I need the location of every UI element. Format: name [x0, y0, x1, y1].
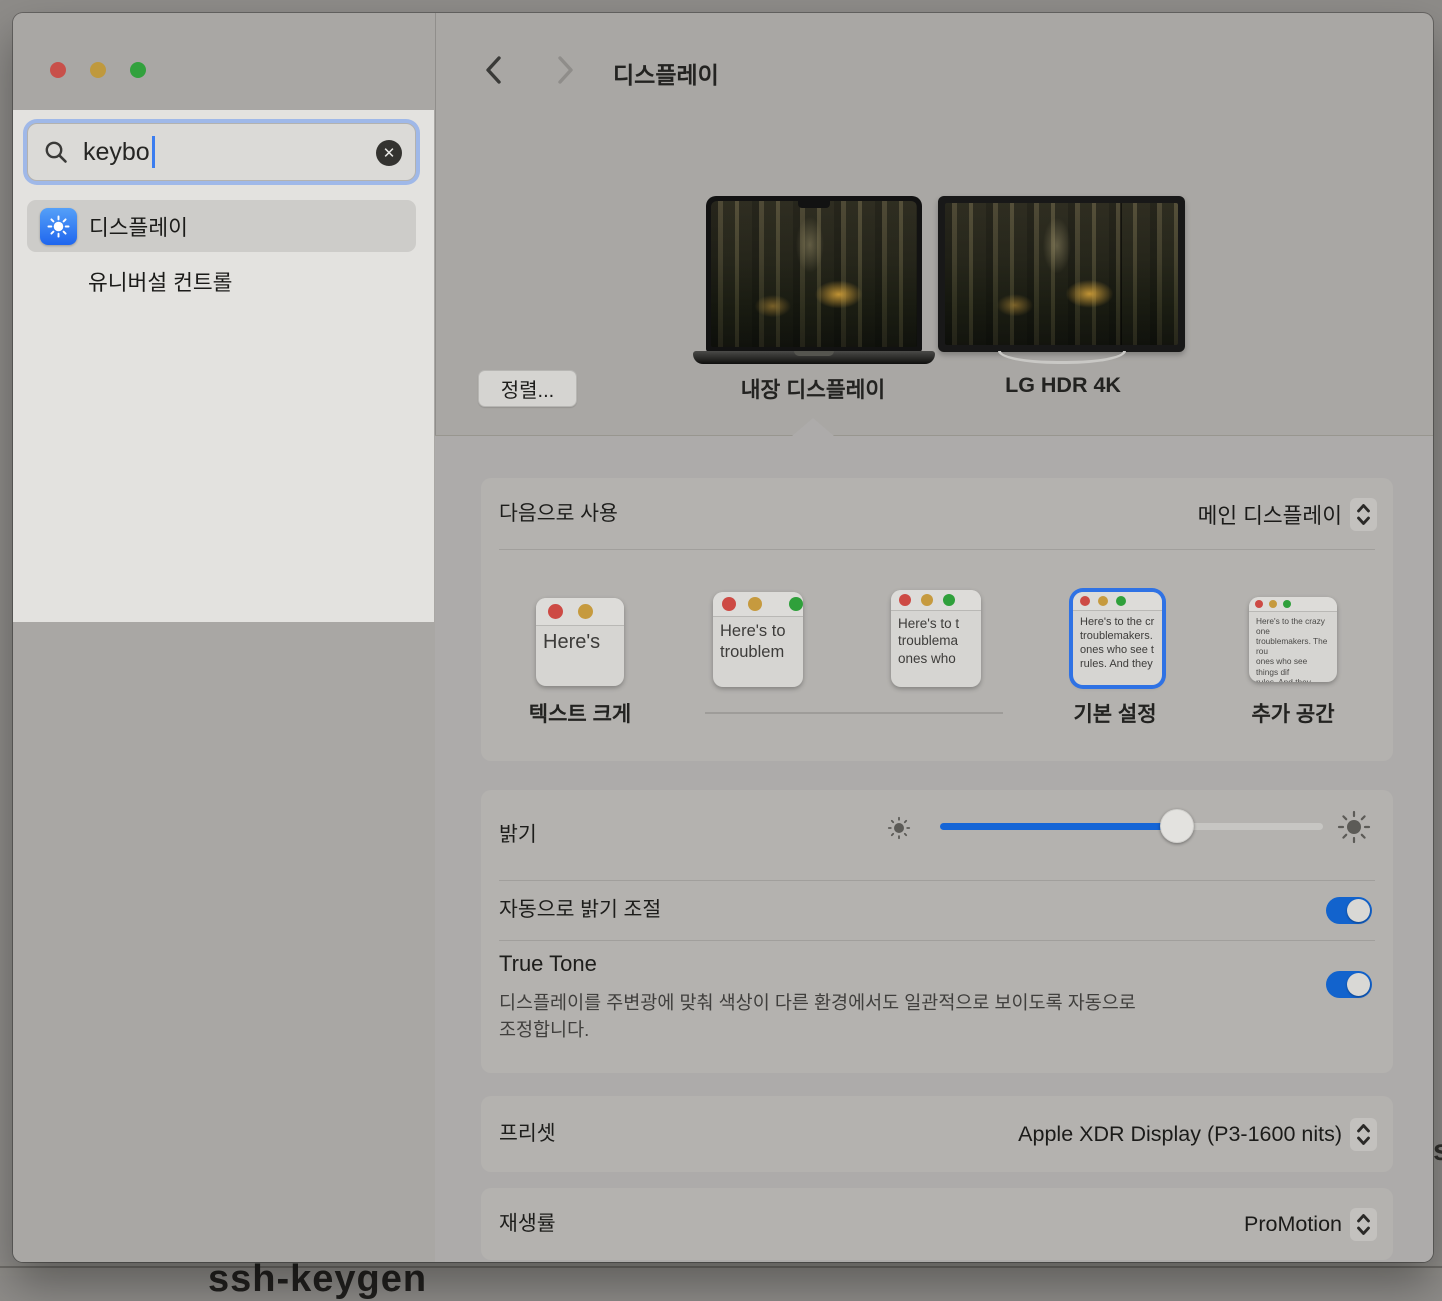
sidebar: keybo ✕ 디스플레이: [13, 13, 436, 1262]
divider: [499, 549, 1375, 550]
system-settings-window: keybo ✕ 디스플레이: [13, 13, 1433, 1262]
use-as-popup[interactable]: 메인 디스플레이: [1198, 478, 1377, 550]
search-input[interactable]: keybo ✕: [27, 123, 416, 181]
use-as-value: 메인 디스플레이: [1198, 499, 1342, 530]
chevron-up-down-icon: [1350, 1208, 1377, 1241]
mini-close-icon: [548, 604, 563, 619]
scaling-label-larger-text: 텍스트 크게: [510, 698, 650, 728]
brightness-low-icon: [887, 816, 911, 845]
back-button[interactable]: [482, 54, 506, 91]
mini-minimize-icon: [1098, 596, 1108, 606]
clear-search-icon[interactable]: ✕: [376, 140, 402, 166]
text-cursor: [152, 136, 155, 168]
chevron-up-down-icon: [1350, 1118, 1377, 1151]
builtin-display-preview[interactable]: [706, 196, 922, 352]
search-result-displays[interactable]: 디스플레이: [27, 200, 416, 252]
arrange-button[interactable]: 정렬...: [478, 370, 577, 407]
chevron-up-down-icon: [1350, 498, 1377, 531]
scaling-connector-line: [705, 712, 1003, 714]
mini-close-icon: [722, 597, 736, 611]
divider: [499, 940, 1375, 941]
mini-zoom-icon: [1283, 600, 1291, 608]
search-result-universal-control[interactable]: 유니버설 컨트롤: [88, 255, 418, 307]
thumb-text: Here's: [536, 626, 624, 660]
true-tone-description: 디스플레이를 주변광에 맞춰 색상이 다른 환경에서도 일관적으로 보이도록 자…: [499, 990, 1259, 1044]
display-brightness-icon: [40, 208, 77, 245]
brightness-knob[interactable]: [1160, 809, 1194, 843]
scaling-option-2[interactable]: Here's to troublem: [713, 592, 803, 687]
thumb-text: Here's to troublem: [713, 617, 803, 667]
auto-brightness-toggle[interactable]: [1326, 897, 1372, 924]
scaling-option-default[interactable]: Here's to the cr troublemakers. ones who…: [1073, 592, 1162, 685]
search-result-label: 유니버설 컨트롤: [88, 266, 232, 297]
thumb-text: Here's to the crazy one troublemakers. T…: [1249, 612, 1337, 682]
refresh-rate-card: 재생률 ProMotion: [481, 1188, 1393, 1260]
laptop-notch: [798, 201, 830, 208]
thumb-text: Here's to the cr troublemakers. ones who…: [1073, 611, 1162, 675]
mini-zoom-icon: [1116, 596, 1126, 606]
preset-popup[interactable]: Apple XDR Display (P3-1600 nits): [1018, 1096, 1377, 1172]
mini-close-icon: [1255, 600, 1263, 608]
laptop-base: [693, 351, 935, 364]
brightness-card: 밝기 자동으로 밝기 조절 True Tone 디스플레이를 주변광에 맞춰 색…: [481, 790, 1393, 1073]
true-tone-toggle[interactable]: [1326, 971, 1372, 998]
toggle-knob: [1347, 973, 1370, 996]
refresh-rate-label: 재생률: [499, 1188, 556, 1260]
page-title: 디스플레이: [613, 56, 719, 90]
mini-zoom-icon: [789, 597, 803, 611]
zoom-window-button[interactable]: [130, 62, 146, 78]
refresh-rate-popup[interactable]: ProMotion: [1244, 1188, 1377, 1260]
minimize-window-button[interactable]: [90, 62, 106, 78]
thumb-text: Here's to t troublema ones who: [891, 611, 981, 671]
brightness-slider[interactable]: [940, 823, 1323, 830]
brightness-high-icon: [1337, 810, 1371, 849]
mini-minimize-icon: [921, 594, 933, 606]
mini-minimize-icon: [578, 604, 593, 619]
selected-display-pointer: [792, 418, 834, 436]
forward-button[interactable]: [553, 54, 577, 91]
settings-content: 다음으로 사용 메인 디스플레이 Here's: [435, 436, 1433, 1262]
refresh-rate-value: ProMotion: [1244, 1212, 1342, 1237]
preset-label: 프리셋: [499, 1096, 556, 1172]
true-tone-label: True Tone: [499, 951, 597, 977]
scaling-label-more-space: 추가 공간: [1223, 698, 1363, 728]
builtin-display-label: 내장 디스플레이: [683, 373, 943, 404]
scaling-option-3[interactable]: Here's to t troublema ones who: [891, 590, 981, 687]
display-settings-card: 다음으로 사용 메인 디스플레이 Here's: [481, 478, 1393, 761]
scaling-label-default: 기본 설정: [1045, 698, 1185, 728]
mini-minimize-icon: [1269, 600, 1277, 608]
mini-close-icon: [899, 594, 911, 606]
close-window-button[interactable]: [50, 62, 66, 78]
search-result-label: 디스플레이: [89, 211, 188, 242]
use-as-label: 다음으로 사용: [499, 478, 618, 550]
desktop-side-text: s: [1433, 1134, 1442, 1168]
external-display-label: LG HDR 4K: [963, 373, 1163, 398]
mini-zoom-icon: [943, 594, 955, 606]
search-input-value: keybo: [83, 138, 150, 167]
search-results-panel: keybo ✕ 디스플레이: [13, 110, 434, 622]
brightness-fill: [940, 823, 1177, 830]
preset-value: Apple XDR Display (P3-1600 nits): [1018, 1122, 1342, 1147]
scaling-option-larger-text[interactable]: Here's: [536, 598, 624, 686]
search-icon: [43, 139, 69, 165]
terminal-text-behind: ssh-keygen: [208, 1258, 427, 1301]
toggle-knob: [1347, 899, 1370, 922]
wallpaper-seam: [1120, 203, 1122, 345]
scaling-option-more-space[interactable]: Here's to the crazy one troublemakers. T…: [1249, 597, 1337, 682]
mini-minimize-icon: [748, 597, 762, 611]
preset-card: 프리셋 Apple XDR Display (P3-1600 nits): [481, 1096, 1393, 1172]
external-display-preview[interactable]: [938, 196, 1185, 352]
brightness-label: 밝기: [499, 790, 537, 880]
auto-brightness-label: 자동으로 밝기 조절: [499, 880, 661, 940]
mini-close-icon: [1080, 596, 1090, 606]
monitor-stand: [998, 351, 1126, 364]
